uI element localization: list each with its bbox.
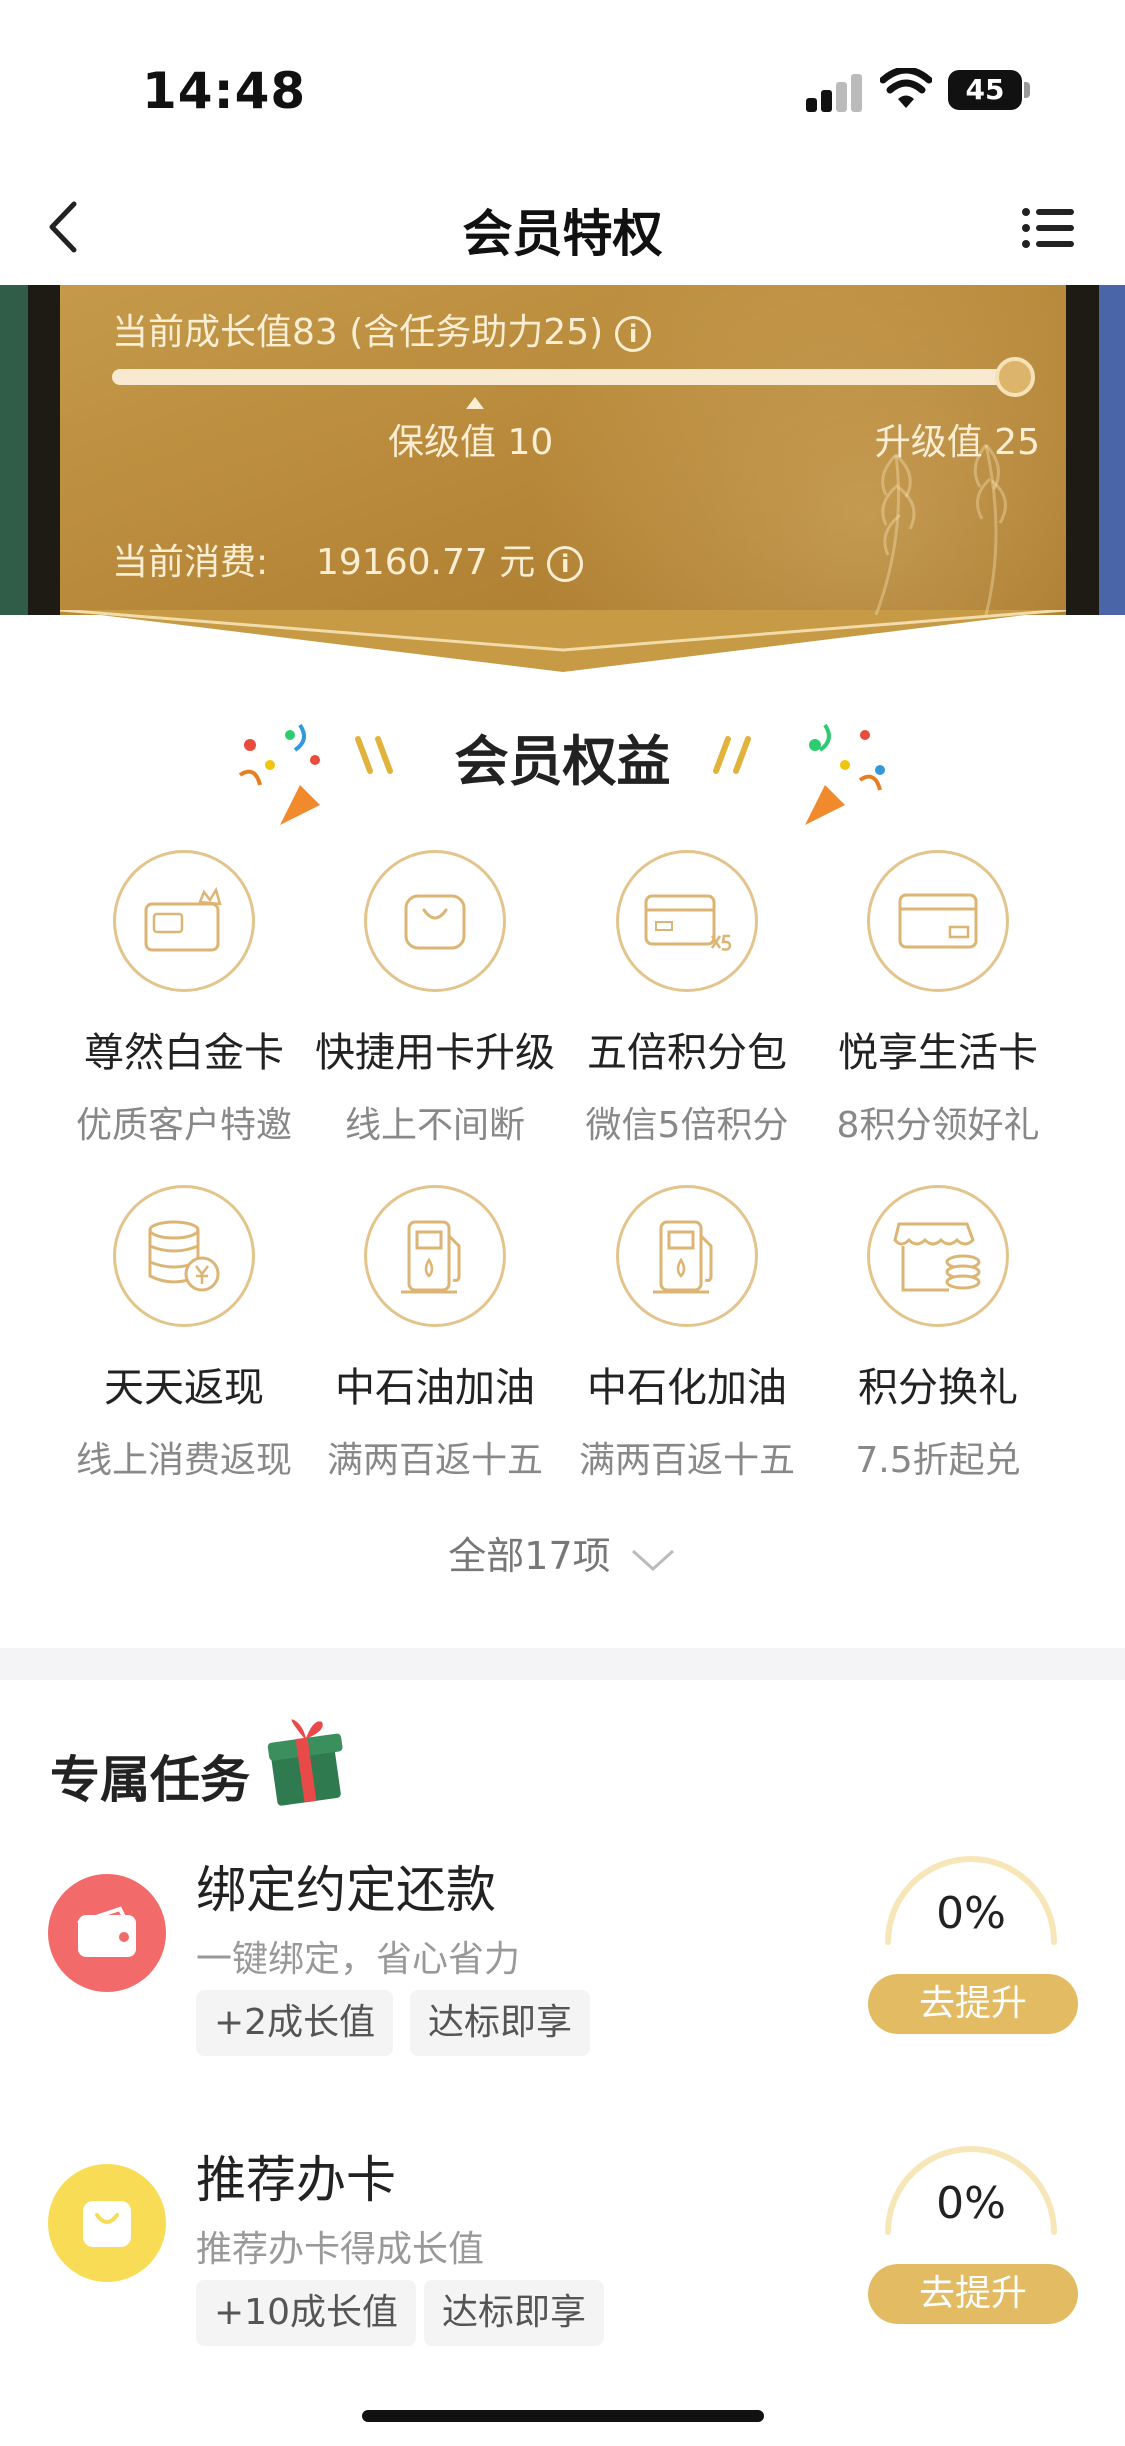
home-indicator <box>362 2410 764 2422</box>
section-divider <box>0 1648 1125 1680</box>
decorative-slash-icon <box>713 736 751 774</box>
coin-stack-cashback-icon <box>113 1185 255 1327</box>
task-tag-reward: 达标即享 <box>410 1990 591 2056</box>
show-all-label: 全部17项 <box>448 1534 611 1578</box>
benefit-5x-points[interactable]: 五倍积分包 微信5倍积分 <box>557 850 817 1148</box>
growth-progress-bar <box>112 369 1012 385</box>
page-title: 会员特权 <box>462 205 663 263</box>
growth-card: 当前成长值83 (含任务助力25) i 保级值 10 升级值 25 当前消费: 1… <box>60 285 1066 615</box>
card-edge-right <box>1063 285 1099 615</box>
list-menu-icon[interactable] <box>1018 198 1078 258</box>
benefit-points-redeem[interactable]: 积分换礼 7.5折起兑 <box>808 1185 1068 1483</box>
consume-amount: 19160.77 元 <box>316 542 536 583</box>
benefit-name: 快捷用卡升级 <box>315 1030 555 1076</box>
task-tag-reward: 达标即享 <box>424 2280 605 2346</box>
benefit-life-card[interactable]: 悦享生活卡 8积分领好礼 <box>808 850 1068 1148</box>
wifi-icon <box>880 68 932 108</box>
task-bind-repayment: 绑定约定还款 一键绑定，省心省力 +2成长值 达标即享 0% 去提升 <box>0 1850 1125 2080</box>
shopping-bag-icon <box>48 2164 166 2282</box>
benefit-daily-cashback[interactable]: 天天返现 线上消费返现 <box>54 1185 314 1483</box>
task-title: 推荐办卡 <box>196 2151 396 2209</box>
chevron-down-icon <box>631 1549 674 1571</box>
info-icon[interactable]: i <box>615 316 652 352</box>
task-title: 绑定约定还款 <box>196 1861 496 1919</box>
tasks-title: 专属任务 <box>50 1751 250 1809</box>
task-recommend-card: 推荐办卡 推荐办卡得成长值 +10成长值 达标即享 0% 去提升 <box>0 2140 1125 2370</box>
growth-value-text: 当前成长值83 (含任务助力25) i <box>112 303 652 355</box>
party-popper-icon <box>805 723 885 825</box>
benefit-name: 积分换礼 <box>858 1365 1018 1411</box>
benefit-name: 天天返现 <box>104 1365 264 1411</box>
progress-knob <box>995 357 1035 397</box>
wallet-icon <box>48 1874 166 1992</box>
keep-level-marker <box>466 397 484 409</box>
store-coins-icon <box>867 1185 1009 1327</box>
improve-button[interactable]: 去提升 <box>868 2264 1078 2324</box>
benefit-desc: 7.5折起兑 <box>855 1440 1021 1481</box>
nav-bar: 会员特权 <box>0 170 1125 285</box>
benefit-name: 中石油加油 <box>335 1365 535 1411</box>
benefit-sinopec-fuel[interactable]: 中石化加油 满两百返十五 <box>557 1185 817 1483</box>
benefits-section: 会员权益 尊然白金卡 优质客户特邀 快捷用卡升级 线上不间断 五倍积分包 微信5… <box>0 685 1125 1645</box>
cellular-signal-icon <box>806 72 862 112</box>
upgrade-level-value: 升级值 25 <box>874 422 1040 463</box>
gift-box-icon <box>267 1719 343 1806</box>
benefit-desc: 满两百返十五 <box>326 1440 543 1481</box>
benefit-desc: 满两百返十五 <box>578 1440 795 1481</box>
growth-card-carousel[interactable]: 当前成长值83 (含任务助力25) i 保级值 10 升级值 25 当前消费: 1… <box>0 285 1125 685</box>
status-time: 14:48 <box>142 62 307 120</box>
benefit-desc: 微信5倍积分 <box>585 1105 789 1146</box>
card-x5-icon <box>616 850 758 992</box>
shopping-bag-icon <box>364 850 506 992</box>
benefit-name: 五倍积分包 <box>587 1030 787 1076</box>
show-all-benefits-button[interactable]: 全部17项 <box>0 1525 1125 1580</box>
task-progress-value: 0% <box>936 2178 1006 2229</box>
benefit-desc: 优质客户特邀 <box>75 1105 292 1146</box>
benefit-desc: 线上不间断 <box>344 1105 525 1146</box>
exclusive-tasks-section: 专属任务 绑定约定还款 一键绑定，省心省力 +2成长值 达标即享 0% 去提升 … <box>0 1680 1125 2446</box>
task-progress-value: 0% <box>936 1888 1006 1939</box>
benefit-desc: 8积分领好礼 <box>836 1105 1040 1146</box>
next-card-peek <box>1095 285 1125 615</box>
growth-value-label: 当前成长值83 (含任务助力25) <box>112 312 604 353</box>
task-tag-growth: +10成长值 <box>196 2280 416 2346</box>
battery-icon: 45 <box>948 70 1022 110</box>
benefit-quick-card-upgrade[interactable]: 快捷用卡升级 线上不间断 <box>305 850 565 1148</box>
benefit-name: 中石化加油 <box>587 1365 787 1411</box>
benefit-name: 悦享生活卡 <box>838 1030 1038 1076</box>
task-subtitle: 推荐办卡得成长值 <box>196 2229 485 2270</box>
benefit-cnpc-fuel[interactable]: 中石油加油 满两百返十五 <box>305 1185 565 1483</box>
keep-level-value: 保级值 10 <box>388 422 554 463</box>
benefit-desc: 线上消费返现 <box>75 1440 292 1481</box>
consume-label: 当前消费: <box>112 542 269 583</box>
benefit-platinum-card[interactable]: 尊然白金卡 优质客户特邀 <box>54 850 314 1148</box>
consume-value: 19160.77 元 i <box>316 533 584 585</box>
card-edge-left <box>28 285 64 615</box>
benefits-title: 会员权益 <box>454 730 671 793</box>
improve-button[interactable]: 去提升 <box>868 1974 1078 2034</box>
benefit-name: 尊然白金卡 <box>84 1030 284 1076</box>
fuel-pump-icon <box>616 1185 758 1327</box>
life-card-icon <box>867 850 1009 992</box>
battery-tip <box>1024 82 1030 98</box>
card-banner-chevron <box>60 610 1066 672</box>
fuel-pump-icon <box>364 1185 506 1327</box>
task-subtitle: 一键绑定，省心省力 <box>196 1939 521 1980</box>
platinum-card-icon <box>113 850 255 992</box>
status-bar: 14:48 45 <box>0 0 1125 170</box>
info-icon[interactable]: i <box>547 546 584 582</box>
task-tag-growth: +2成长值 <box>196 1990 394 2056</box>
